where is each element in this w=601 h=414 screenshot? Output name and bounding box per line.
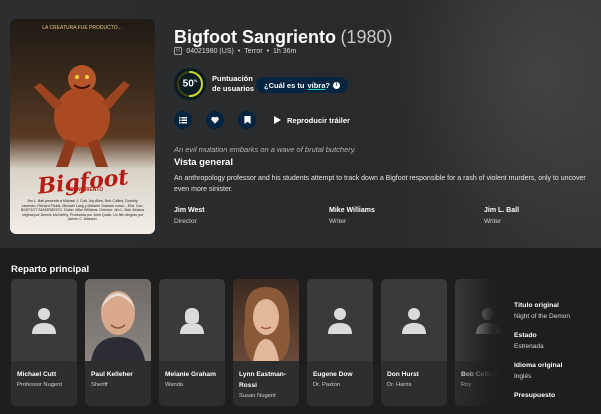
movie-poster[interactable]: LA CREATURA FUE PRODUCTO... Bigfoot SANG… — [10, 19, 155, 234]
person-female-placeholder-icon — [180, 308, 204, 334]
person-placeholder-icon — [32, 308, 56, 334]
movie-header: LA CREATURA FUE PRODUCTO... Bigfoot SANG… — [0, 0, 601, 248]
movie-year: (1980) — [340, 27, 393, 47]
vibe-button[interactable]: ¿Cuál es tu vibra? i — [256, 77, 348, 93]
cast-photo[interactable] — [307, 279, 373, 361]
fact-original-title: Título original Night of the Demon — [514, 302, 601, 320]
fact-status: Estado Estrenada — [514, 332, 601, 350]
favorite-button[interactable] — [206, 111, 224, 129]
fact-label: Presupuesto — [514, 392, 556, 399]
runtime: 1h 36m — [273, 47, 297, 55]
poster-top-line: LA CREATURA FUE PRODUCTO... — [42, 25, 122, 31]
movie-title[interactable]: Bigfoot Sangriento — [174, 27, 336, 47]
actor-portrait-image — [91, 291, 145, 361]
vibe-prefix: ¿Cuál es tu — [264, 80, 305, 90]
actor-portrait-image — [243, 287, 290, 361]
crew-name[interactable]: Jim West — [174, 207, 205, 214]
add-to-list-button[interactable] — [174, 111, 192, 129]
fact-value: Night of the Demon — [514, 313, 571, 320]
play-icon — [274, 116, 281, 124]
trailer-label: Reproducir tráiler — [287, 115, 350, 125]
action-buttons: Reproducir tráiler — [174, 111, 350, 129]
fact-language: Idioma original Inglés — [514, 362, 601, 380]
cast-name[interactable]: Michael Cutt — [17, 369, 75, 380]
list-icon — [179, 117, 187, 124]
scroll-fade — [452, 279, 502, 414]
cast-heading: Reparto principal — [11, 264, 90, 275]
user-score-chart[interactable]: 50% — [174, 68, 206, 100]
cast-name[interactable]: Melanie Graham — [165, 369, 223, 380]
facts-sidebar: Título original Night of the Demon Estad… — [514, 302, 601, 399]
cast-card[interactable]: Eugene Dow Dr. Paxton — [307, 279, 373, 406]
user-score: 50% Puntuación de usuarios — [174, 68, 260, 100]
cast-name[interactable]: Eugene Dow — [313, 369, 371, 380]
fact-budget: Presupuesto — [514, 392, 601, 399]
separator: • — [266, 47, 270, 55]
genre-link[interactable]: Terror — [244, 48, 262, 55]
movie-title-row: Bigfoot Sangriento (1980) — [174, 27, 392, 48]
cast-character: Wanda — [165, 382, 184, 388]
separator: • — [237, 47, 241, 55]
score-label: Puntuación de usuarios — [212, 74, 255, 93]
cast-name[interactable]: Paul Kelleher — [91, 369, 149, 380]
crew-job: Writer — [484, 218, 502, 225]
cast-photo[interactable] — [233, 279, 299, 361]
fact-label: Idioma original — [514, 362, 563, 369]
release-date: 04021980 (US) — [186, 47, 234, 55]
fact-label: Estado — [514, 332, 537, 339]
poster-subtitle: SANGRIENTO — [70, 187, 104, 193]
cast-character: Dr. Paxton — [313, 382, 341, 388]
cast-scroller[interactable]: Michael Cutt Professor Nugent Paul Kellehe… — [11, 279, 501, 414]
cast-name[interactable]: Lynn Eastman-Rossi — [239, 369, 297, 391]
overview-text: An anthropology professor and his studen… — [174, 175, 586, 193]
cast-photo[interactable] — [381, 279, 447, 361]
cast-character: Dr. Harris — [387, 382, 412, 388]
poster-credits: Jim L. Ball presenta a Michael J. Cutt, … — [21, 199, 144, 222]
cast-card[interactable]: Don Hurst Dr. Harris — [381, 279, 447, 406]
bookmark-icon — [243, 116, 251, 124]
cast-photo[interactable] — [11, 279, 77, 361]
cast-photo[interactable] — [159, 279, 225, 361]
person-placeholder-icon — [328, 308, 352, 334]
fact-value: Inglés — [514, 373, 532, 380]
person-placeholder-icon — [402, 308, 426, 334]
cast-character: Professor Nugent — [17, 382, 63, 388]
score-value: 50% — [182, 78, 198, 90]
crew-job: Writer — [329, 218, 347, 225]
cast-character: Susan Nugent — [239, 393, 276, 399]
vibe-word: vibra — [307, 80, 326, 90]
crew-job: Director — [174, 218, 197, 225]
info-icon: i — [332, 81, 340, 89]
cast-name[interactable]: Don Hurst — [387, 369, 445, 380]
main-content: Reparto principal Michael Cutt Professor … — [0, 248, 601, 414]
cast-card[interactable]: Michael Cutt Professor Nugent — [11, 279, 77, 406]
crew-member: Jim West Director — [174, 207, 205, 225]
cast-card[interactable]: Lynn Eastman-Rossi Susan Nugent — [233, 279, 299, 406]
movie-facts: R 04021980 (US) • Terror • 1h 36m — [174, 47, 296, 55]
cast-photo[interactable] — [85, 279, 151, 361]
crew-name[interactable]: Jim L. Ball — [484, 207, 519, 214]
overview-heading: Vista general — [174, 157, 233, 168]
crew-member: Mike Williams Writer — [329, 207, 375, 225]
crew-member: Jim L. Ball Writer — [484, 207, 519, 225]
tagline: An evil mutation embarks on a wave of br… — [174, 145, 357, 154]
vibe-suffix: ? — [325, 80, 330, 90]
watchlist-button[interactable] — [238, 111, 256, 129]
bigfoot-creature-illustration — [34, 65, 130, 167]
fact-label: Título original — [514, 302, 559, 309]
cast-card[interactable]: Paul Kelleher Sheriff — [85, 279, 151, 406]
heart-icon — [211, 116, 219, 124]
play-trailer-button[interactable]: Reproducir tráiler — [274, 116, 350, 125]
certification-badge: R — [174, 47, 183, 55]
cast-character: Sheriff — [91, 382, 108, 388]
crew-name[interactable]: Mike Williams — [329, 207, 375, 214]
cast-card[interactable]: Melanie Graham Wanda — [159, 279, 225, 406]
fact-value: Estrenada — [514, 343, 544, 350]
